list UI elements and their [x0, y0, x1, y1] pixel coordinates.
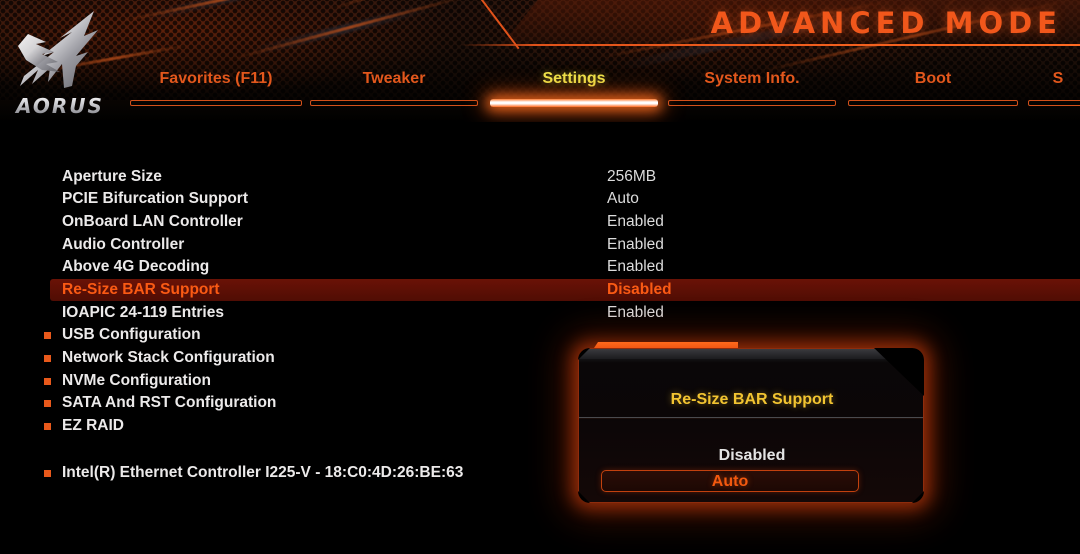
tab-favorites-f11[interactable]: Favorites (F11) [130, 68, 302, 112]
aorus-wordmark: AORUS [8, 94, 112, 118]
tab-underline [310, 100, 478, 106]
tab-boot[interactable]: Boot [848, 68, 1018, 112]
submenu-bullet-icon [44, 423, 51, 430]
setting-row[interactable]: PCIE Bifurcation Support Auto [0, 188, 1080, 210]
setting-row[interactable]: Above 4G Decoding Enabled [0, 256, 1080, 278]
header-bar: ADVANCED MODE AORUS Favorites (F11) Tweak… [0, 0, 1080, 122]
tab-underline [130, 100, 302, 106]
tab-tweaker[interactable]: Tweaker [310, 68, 478, 112]
setting-label: NVMe Configuration [62, 372, 211, 389]
tab-label: Settings [542, 70, 606, 87]
tab-label: Tweaker [362, 70, 426, 87]
popup-title: Re-Size BAR Support [670, 391, 834, 408]
tab-label: Boot [914, 70, 952, 87]
tab-underline [848, 100, 1018, 106]
banner-underline [460, 44, 1080, 46]
aorus-eagle-logo: AORUS [2, 8, 114, 118]
setting-label: Network Stack Configuration [62, 349, 275, 366]
popup-option[interactable]: Disabled [579, 445, 923, 467]
setting-value[interactable]: Auto [607, 188, 639, 210]
setting-row[interactable]: OnBoard LAN Controller Enabled [0, 211, 1080, 233]
setting-label: Audio Controller [62, 236, 185, 253]
submenu-bullet-icon [44, 470, 51, 477]
tab-label: Favorites (F11) [159, 70, 273, 87]
popup-header-gradient [579, 349, 923, 359]
advanced-mode-label: ADVANCED MODE [710, 6, 1062, 40]
setting-row[interactable]: Aperture Size 256MB [0, 166, 1080, 188]
setting-label: Intel(R) Ethernet Controller I225-V - 18… [62, 464, 464, 481]
setting-label: EZ RAID [62, 417, 124, 434]
option-popup[interactable]: Re-Size BAR Support Disabled Auto [560, 336, 940, 511]
tab-underline [1028, 100, 1080, 106]
setting-label: USB Configuration [62, 326, 201, 343]
setting-label: IOAPIC 24-119 Entries [62, 304, 224, 321]
setting-label: Re-Size BAR Support [62, 281, 220, 298]
tab-label: S [1052, 70, 1064, 87]
setting-row[interactable]: IOAPIC 24-119 Entries Enabled [0, 302, 1080, 324]
setting-label: OnBoard LAN Controller [62, 213, 243, 230]
setting-value[interactable]: Enabled [607, 256, 664, 278]
submenu-bullet-icon [44, 378, 51, 385]
bios-advanced-mode-screen: ADVANCED MODE AORUS Favorites (F11) Tweak… [0, 0, 1080, 554]
tab-label: System Info. [704, 70, 800, 87]
popup-divider-shadow [579, 418, 923, 419]
setting-value[interactable]: Enabled [607, 211, 664, 233]
tab-s[interactable]: S [1028, 68, 1080, 112]
setting-label: Above 4G Decoding [62, 258, 210, 275]
aorus-eagle-icon [18, 11, 98, 88]
tab-system-info[interactable]: System Info. [668, 68, 836, 112]
setting-row[interactable]: Re-Size BAR Support Disabled [0, 279, 1080, 301]
setting-label: Aperture Size [62, 168, 162, 185]
setting-value[interactable]: Disabled [607, 279, 672, 301]
submenu-bullet-icon [44, 400, 51, 407]
setting-value[interactable]: Enabled [607, 234, 664, 256]
popup-option[interactable]: Auto [601, 470, 859, 492]
setting-label: SATA And RST Configuration [62, 394, 277, 411]
tab-underline [490, 99, 658, 107]
setting-row[interactable]: Audio Controller Enabled [0, 234, 1080, 256]
setting-value[interactable]: 256MB [607, 166, 656, 188]
setting-label: PCIE Bifurcation Support [62, 190, 248, 207]
popup-body: Re-Size BAR Support Disabled Auto [578, 348, 924, 503]
submenu-bullet-icon [44, 332, 51, 339]
setting-value[interactable]: Enabled [607, 302, 664, 324]
tab-underline [668, 100, 836, 106]
submenu-bullet-icon [44, 355, 51, 362]
tab-settings[interactable]: Settings [490, 68, 658, 112]
